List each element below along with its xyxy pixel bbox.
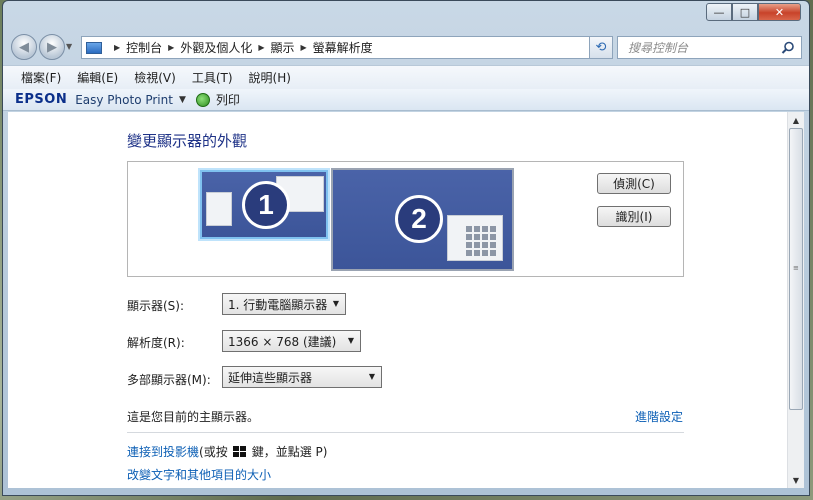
control-panel-window: — □ ✕ ◀ ▶ ▼ ▶ 控制台 ▶ 外觀及個人化 ▶ 顯示 ▶ 螢幕解析度 … [2, 0, 810, 496]
display-select[interactable]: 1. 行動電腦顯示器 ▼ [222, 293, 346, 315]
resolution-label: 解析度(R): [127, 336, 185, 350]
refresh-button[interactable]: ⟲ [589, 36, 613, 59]
window-thumbnail [447, 215, 503, 261]
projector-row: 連接到投影機 (或按 鍵，並點選 P) [127, 443, 327, 460]
chevron-right-icon[interactable]: ▶ [114, 43, 120, 52]
grip-icon: ≡ [793, 264, 799, 272]
chevron-up-icon: ▲ [792, 115, 800, 125]
maximize-icon: □ [739, 5, 751, 19]
scrollbar-thumb[interactable]: ≡ [789, 128, 803, 410]
monitor-arrangement: 1 2 偵測(C) 識別(I) [127, 161, 684, 277]
search-input[interactable] [626, 39, 776, 56]
content-pane: 變更顯示器的外觀 1 2 偵測(C) 識別(I) 顯示器(S): 1. 行動電腦… [8, 112, 787, 488]
maximize-button[interactable]: □ [732, 3, 758, 21]
chevron-right-icon[interactable]: ▶ [168, 43, 174, 52]
monitor-number: 2 [395, 195, 443, 243]
scroll-down-button[interactable]: ▼ [788, 472, 804, 488]
control-panel-icon [86, 41, 102, 54]
breadcrumb-display[interactable]: 顯示 [271, 39, 295, 56]
grid-icon [466, 226, 496, 256]
projector-hint-prefix: (或按 [199, 445, 228, 459]
search-icon[interactable] [781, 41, 795, 55]
epson-toolbar: EPSON Easy Photo Print ▼ 列印 [3, 89, 809, 111]
identify-button[interactable]: 識別(I) [597, 206, 671, 227]
connect-projector-link[interactable]: 連接到投影機 [127, 443, 199, 460]
detect-button[interactable]: 偵測(C) [597, 173, 671, 194]
display-label: 顯示器(S): [127, 299, 185, 313]
close-icon: ✕ [774, 5, 785, 19]
address-bar[interactable]: ▶ 控制台 ▶ 外觀及個人化 ▶ 顯示 ▶ 螢幕解析度 ▼ [81, 36, 611, 59]
chevron-down-icon: ▼ [332, 299, 339, 308]
breadcrumb-screen-resolution[interactable]: 螢幕解析度 [313, 39, 373, 56]
menu-file[interactable]: 檔案(F) [13, 69, 69, 86]
easy-photo-print-button[interactable]: Easy Photo Print [75, 93, 173, 107]
window-thumbnail [206, 192, 232, 226]
minimize-button[interactable]: — [706, 3, 732, 21]
display-select-value: 1. 行動電腦顯示器 [228, 297, 328, 312]
arrow-left-icon: ◀ [19, 39, 29, 55]
vertical-scrollbar[interactable]: ▲ ≡ ▼ [787, 112, 804, 488]
menu-view[interactable]: 檢視(V) [126, 69, 184, 86]
multiple-displays-label: 多部顯示器(M): [127, 373, 211, 387]
print-icon[interactable] [195, 92, 210, 107]
forward-button[interactable]: ▶ [39, 34, 65, 60]
menu-edit[interactable]: 編輯(E) [69, 69, 126, 86]
minimize-icon: — [713, 5, 725, 19]
scroll-up-button[interactable]: ▲ [788, 112, 804, 128]
caption-buttons: — □ ✕ [706, 3, 801, 21]
multiple-displays-select[interactable]: 延伸這些顯示器 ▼ [222, 366, 382, 388]
back-button[interactable]: ◀ [11, 34, 37, 60]
epson-logo: EPSON [15, 92, 68, 107]
close-button[interactable]: ✕ [758, 3, 801, 21]
text-size-link[interactable]: 改變文字和其他項目的大小 [127, 466, 271, 483]
resolution-select-value: 1366 × 768 (建議) [228, 334, 337, 349]
chevron-down-icon: ▼ [347, 336, 354, 345]
breadcrumb-appearance[interactable]: 外觀及個人化 [180, 39, 252, 56]
menu-bar: 檔案(F) 編輯(E) 檢視(V) 工具(T) 說明(H) [3, 65, 809, 89]
arrow-right-icon: ▶ [47, 39, 57, 55]
multiple-displays-select-value: 延伸這些顯示器 [228, 370, 313, 385]
monitor-number: 1 [242, 181, 290, 229]
projector-hint-suffix: 鍵，並點選 P) [251, 445, 328, 459]
monitor-1[interactable]: 1 [200, 170, 328, 239]
chevron-down-icon: ▼ [368, 372, 375, 381]
monitor-2[interactable]: 2 [331, 168, 514, 271]
recent-pages-dropdown[interactable]: ▼ [66, 42, 72, 51]
advanced-settings-link[interactable]: 進階設定 [635, 408, 683, 425]
resolution-select[interactable]: 1366 × 768 (建議) ▼ [222, 330, 361, 352]
page-title: 變更顯示器的外觀 [127, 132, 248, 150]
search-box [617, 36, 802, 59]
navigation-bar: ◀ ▶ ▼ ▶ 控制台 ▶ 外觀及個人化 ▶ 顯示 ▶ 螢幕解析度 ▼ ⟲ [3, 31, 809, 63]
divider [127, 432, 684, 433]
chevron-right-icon[interactable]: ▶ [258, 43, 264, 52]
chevron-down-icon: ▼ [792, 475, 800, 485]
menu-help[interactable]: 說明(H) [241, 69, 299, 86]
chevron-down-icon[interactable]: ▼ [179, 95, 186, 105]
windows-key-icon [232, 445, 247, 458]
menu-tools[interactable]: 工具(T) [184, 69, 241, 86]
chevron-right-icon[interactable]: ▶ [301, 43, 307, 52]
refresh-icon: ⟲ [595, 40, 607, 55]
print-button[interactable]: 列印 [216, 91, 240, 108]
primary-display-note: 這是您目前的主顯示器。 [127, 410, 260, 424]
breadcrumb-control-panel[interactable]: 控制台 [126, 39, 162, 56]
